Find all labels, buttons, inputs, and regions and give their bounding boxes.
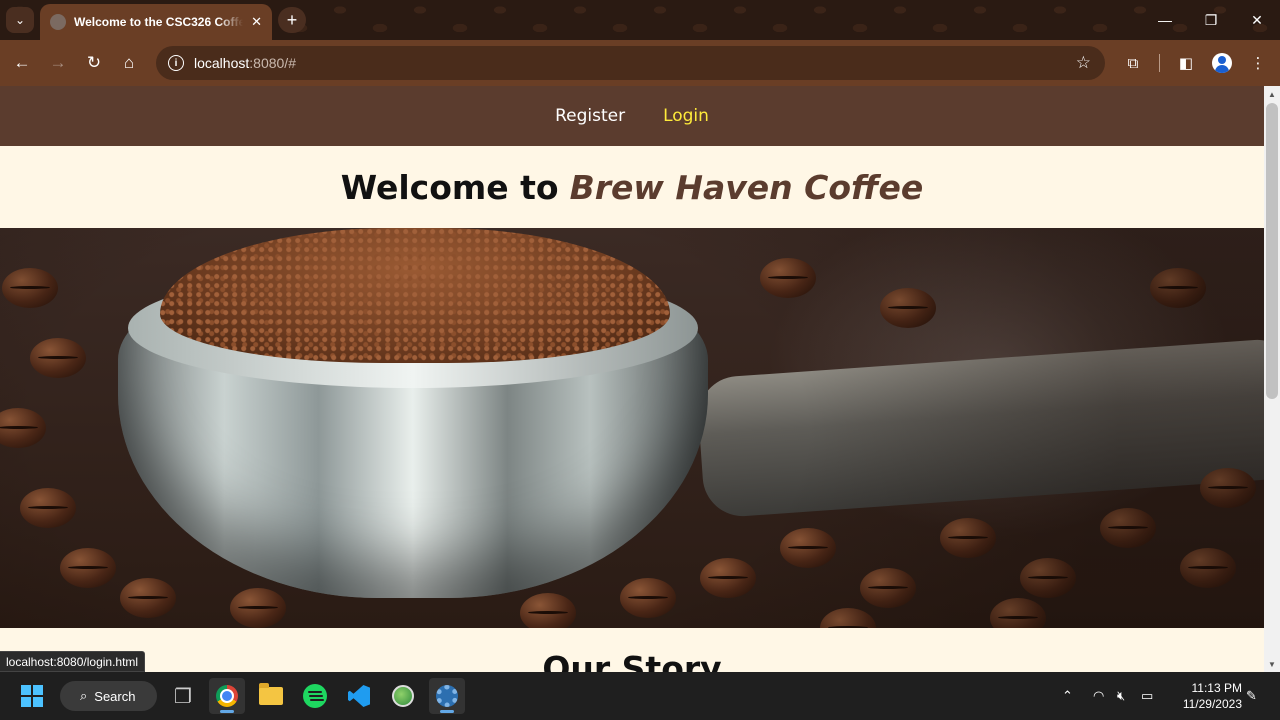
taskbar-search[interactable]: ⌕ Search	[60, 681, 157, 711]
chevron-down-icon: ⌄	[14, 13, 26, 27]
taskbar-vscode[interactable]	[341, 678, 377, 714]
welcome-prefix: Welcome to	[340, 167, 559, 207]
task-view-icon: ❐	[174, 685, 192, 708]
hero-vignette	[0, 228, 1264, 628]
folder-icon	[259, 683, 283, 705]
taskbar-file-explorer[interactable]	[253, 678, 289, 714]
tray-overflow-button[interactable]: ⌃	[1062, 672, 1073, 720]
notification-bell-icon: ✎	[1246, 688, 1257, 703]
search-icon: ⌕	[80, 688, 88, 703]
login-link[interactable]: Login	[663, 106, 709, 126]
url-host: localhost	[194, 55, 250, 71]
search-label: Search	[94, 688, 136, 704]
extensions-button[interactable]: ⧉	[1119, 49, 1147, 77]
start-button[interactable]	[14, 678, 50, 714]
settings-gear-icon	[436, 685, 458, 707]
side-panel-button[interactable]: ◧	[1172, 49, 1200, 77]
scroll-up-arrow-icon[interactable]: ▲	[1268, 90, 1276, 99]
restore-icon: ❐	[1204, 11, 1218, 28]
browser-menu-button[interactable]: ⋮	[1244, 49, 1272, 77]
browser-titlebar: ⌄ Welcome to the CSC326 Coffee Shop ✕ + …	[0, 0, 1280, 40]
our-story-heading: Our Story	[542, 649, 722, 672]
battery-status[interactable]: ▭	[1141, 672, 1153, 720]
clock-date: 11/29/2023	[1182, 697, 1242, 711]
close-window-button[interactable]: ✕	[1234, 0, 1280, 40]
arrow-left-icon: ←	[13, 53, 31, 72]
vscode-icon	[348, 685, 370, 707]
site-info-icon[interactable]: i	[168, 55, 184, 71]
browser-toolbar: ← → ↻ ⌂ i localhost:8080/# ☆ ⧉ ◧ ⋮	[0, 40, 1280, 86]
scrollbar-thumb[interactable]	[1266, 103, 1278, 399]
battery-icon: ▭	[1141, 688, 1154, 703]
welcome-heading: Welcome to Brew Haven Coffee	[0, 146, 1264, 228]
kebab-menu-icon: ⋮	[1250, 55, 1266, 72]
site-navbar: Register Login	[0, 86, 1264, 146]
windows-logo-icon	[21, 685, 43, 707]
reload-button[interactable]: ↻	[80, 49, 108, 77]
taskbar-globe-app[interactable]	[385, 678, 421, 714]
tab-title: Welcome to the CSC326 Coffee Shop	[74, 15, 244, 29]
browser-tab-active[interactable]: Welcome to the CSC326 Coffee Shop ✕	[40, 4, 272, 40]
globe-favicon-icon	[50, 14, 66, 30]
link-status-bubble: localhost:8080/login.html	[0, 651, 146, 672]
volume-status[interactable]: 🔇︎	[1117, 672, 1125, 720]
page-scrollbar[interactable]: ▲ ▼	[1264, 86, 1280, 672]
arrow-right-icon: →	[49, 53, 67, 72]
address-bar[interactable]: i localhost:8080/# ☆	[156, 46, 1105, 80]
chrome-icon	[216, 685, 238, 707]
tab-search-button[interactable]: ⌄	[6, 7, 34, 33]
minimize-icon: —	[1158, 12, 1172, 28]
brand-name: Brew Haven Coffee	[569, 167, 924, 207]
clock-time: 11:13 PM	[1191, 681, 1242, 695]
side-panel-icon: ◧	[1178, 55, 1194, 72]
toolbar-divider	[1159, 54, 1160, 72]
home-button[interactable]: ⌂	[115, 49, 143, 77]
tab-close-icon[interactable]: ✕	[251, 14, 262, 30]
profile-avatar-icon[interactable]	[1212, 53, 1232, 73]
taskbar-clock[interactable]: 11:13 PM 11/29/2023	[1170, 680, 1242, 712]
reload-icon: ↻	[86, 53, 102, 72]
taskbar-settings[interactable]	[429, 678, 465, 714]
new-tab-button[interactable]: +	[278, 7, 306, 33]
puzzle-icon: ⧉	[1127, 54, 1139, 72]
speaker-muted-icon: 🔇︎	[1117, 688, 1126, 703]
wifi-icon: ◠	[1093, 688, 1105, 703]
taskbar-spotify[interactable]	[297, 678, 333, 714]
globe-app-icon	[392, 685, 414, 707]
home-icon: ⌂	[123, 53, 135, 72]
chevron-up-icon: ⌃	[1062, 688, 1073, 703]
windows-taskbar: ❐	[0, 672, 1280, 720]
taskbar-chrome[interactable]	[209, 678, 245, 714]
notifications-button[interactable]: ✎	[1246, 672, 1257, 720]
hero-coffee-image	[0, 228, 1264, 628]
network-status[interactable]: ◠	[1093, 672, 1104, 720]
spotify-icon	[303, 684, 327, 708]
minimize-button[interactable]: —	[1142, 0, 1188, 40]
url-path: :8080/#	[249, 55, 296, 71]
close-icon: ✕	[1251, 11, 1263, 28]
register-link[interactable]: Register	[555, 106, 625, 126]
page-viewport: Register Login Welcome to Brew Haven Cof…	[0, 86, 1264, 672]
restore-button[interactable]: ❐	[1188, 0, 1234, 40]
task-view-button[interactable]: ❐	[165, 678, 201, 714]
bookmark-star-icon[interactable]: ☆	[1076, 53, 1091, 73]
back-button[interactable]: ←	[8, 49, 36, 77]
scroll-down-arrow-icon[interactable]: ▼	[1268, 660, 1276, 669]
forward-button[interactable]: →	[44, 49, 72, 77]
